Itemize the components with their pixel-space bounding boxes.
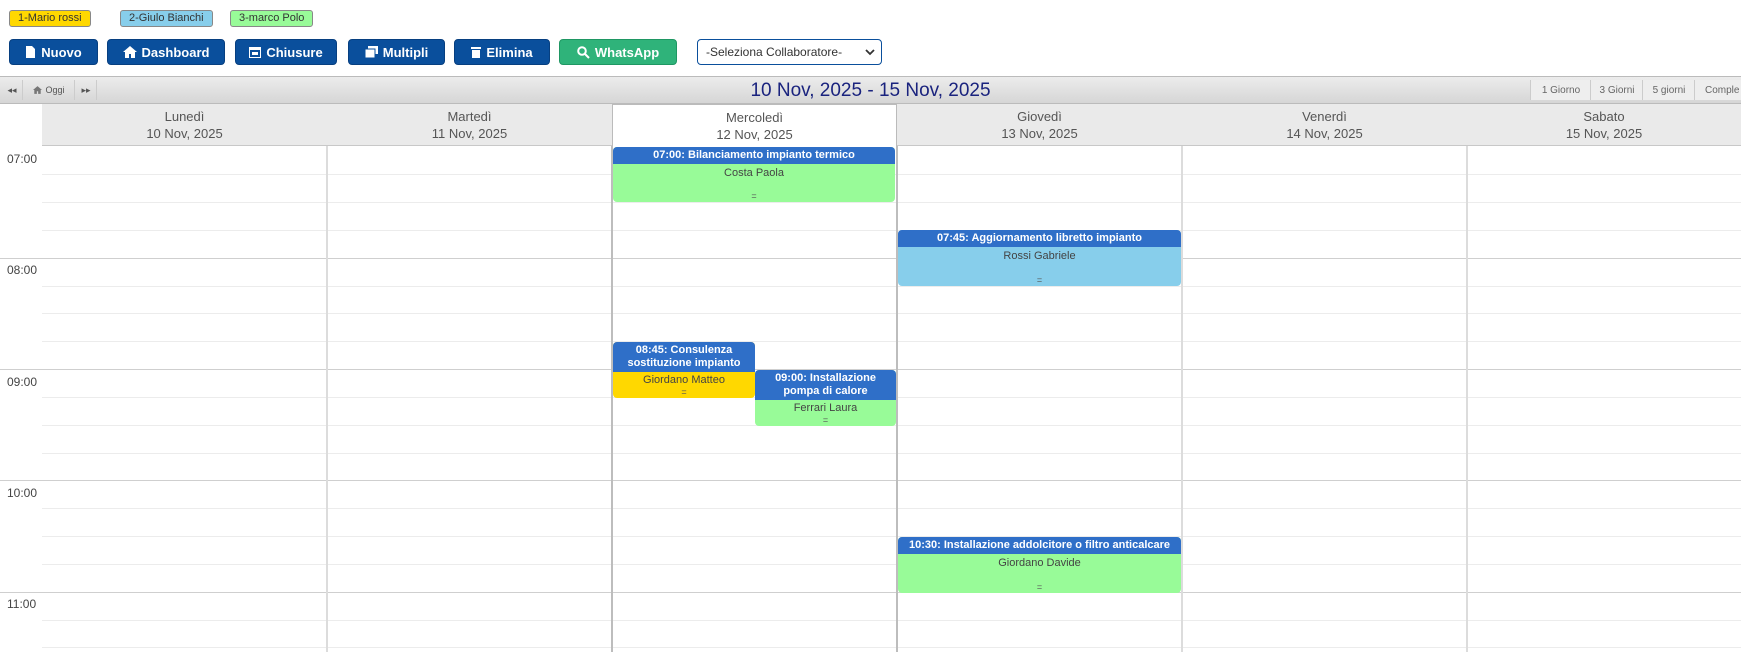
calendar-title: 10 Nov, 2025 - 15 Nov, 2025 [750,80,991,101]
event-client: Ferrari Laura [793,402,858,414]
day-header-lunedi[interactable]: Lunedì 10 Nov, 2025 [42,104,327,146]
view-3-giorni[interactable]: 3 Giorni [1590,80,1643,100]
resize-handle[interactable]: = [898,583,1181,592]
day-header-giovedi[interactable]: Giovedì 13 Nov, 2025 [897,104,1182,146]
grid-line [42,564,1741,565]
chiusure-button[interactable]: Chiusure [235,39,337,65]
grid-line [42,536,1741,537]
event-client: Costa Paola [724,167,784,179]
grid-line [42,647,1741,648]
search-icon [577,45,590,59]
resize-handle[interactable]: = [613,192,895,201]
grid-line [42,313,1741,314]
collaboratore-select-value: -Seleziona Collaboratore- [706,45,843,59]
time-label: 09:00 [7,375,38,389]
grid-line [42,508,1741,509]
day-header-sabato[interactable]: Sabato 15 Nov, 2025 [1467,104,1741,146]
dashboard-label: Dashboard [141,44,210,60]
chevron-down-icon [865,49,875,56]
event-addolcitore[interactable]: 10:30: Installazione addolcitore o filtr… [898,537,1181,593]
day-header-venerdi[interactable]: Venerdì 14 Nov, 2025 [1182,104,1467,146]
event-bilanciamento[interactable]: 07:00: Bilanciamento impianto termico Co… [613,147,895,202]
next-week-button[interactable]: ▸▸ [76,80,97,100]
hour-line [0,592,1741,593]
today-label: Oggi [45,85,65,95]
nuovo-label: Nuovo [41,44,82,60]
legend-giulo-bianchi: 2-Giulo Bianchi [120,10,213,27]
grid-line [42,620,1741,621]
view-completa[interactable]: Comple [1694,80,1741,100]
resize-handle[interactable]: = [613,388,755,397]
multipli-button[interactable]: Multipli [348,39,445,65]
calendar-toolbar: 10 Nov, 2025 - 15 Nov, 2025 ◂◂ Oggi ▸▸ 1… [0,76,1741,104]
grid-line [42,341,1741,342]
day-name: Sabato [1583,109,1625,124]
elimina-button[interactable]: Elimina [454,39,550,65]
column-divider [326,146,328,652]
view-5-giorni[interactable]: 5 giorni [1642,80,1695,100]
chiusure-label: Chiusure [266,44,323,60]
event-title: 07:00: Bilanciamento impianto termico [613,147,895,164]
event-title: 07:45: Aggiornamento libretto impianto [898,230,1181,247]
event-consulenza[interactable]: 08:45: Consulenza sostituzione impianto … [613,342,755,398]
file-icon [26,46,36,58]
legend-mario-rossi: 1-Mario rossi [9,10,91,27]
nuovo-button[interactable]: Nuovo [9,39,98,65]
column-divider [611,146,613,652]
view-1-giorno[interactable]: 1 Giorno [1530,80,1591,100]
hour-line [0,480,1741,481]
day-name: Martedì [447,109,492,124]
day-header-mercoledi[interactable]: Mercoledì 12 Nov, 2025 [612,104,897,146]
copy-icon [364,46,378,58]
time-label: 08:00 [7,263,38,277]
event-aggiornamento-libretto[interactable]: 07:45: Aggiornamento libretto impianto R… [898,230,1181,286]
day-date: 13 Nov, 2025 [1001,126,1078,141]
dashboard-button[interactable]: Dashboard [107,39,225,65]
whatsapp-label: WhatsApp [594,44,660,60]
day-date: 10 Nov, 2025 [146,126,223,141]
column-divider [1466,146,1468,652]
day-name: Mercoledì [725,110,784,125]
legend-marco-polo: 3-marco Polo [230,10,314,27]
column-divider [1181,146,1183,652]
event-title: 09:00: Installazione pompa di calore [755,370,896,400]
day-date: 12 Nov, 2025 [716,127,793,142]
time-label: 11:00 [7,597,37,611]
trash-icon [471,47,482,58]
event-client: Giordano Matteo [643,374,725,386]
resize-handle[interactable]: = [755,416,896,425]
multipli-label: Multipli [382,44,429,60]
event-title: 10:30: Installazione addolcitore o filtr… [898,537,1181,554]
calendar-icon [249,47,262,58]
hour-line [0,258,1741,259]
prev-week-button[interactable]: ◂◂ [2,80,23,100]
day-date: 15 Nov, 2025 [1565,126,1643,141]
time-label: 07:00 [7,152,38,166]
day-name: Lunedì [164,109,205,124]
resize-handle[interactable]: = [898,276,1181,285]
home-icon [33,86,43,94]
today-button[interactable]: Oggi [24,80,75,100]
event-client: Giordano Davide [998,557,1081,569]
day-date: 11 Nov, 2025 [431,126,508,141]
event-title: 08:45: Consulenza sostituzione impianto [613,342,755,372]
day-header-martedi[interactable]: Martedì 11 Nov, 2025 [327,104,612,146]
collaboratore-select[interactable]: -Seleziona Collaboratore- [697,39,882,65]
day-name: Giovedì [1017,109,1062,124]
grid-line [42,453,1741,454]
event-client: Rossi Gabriele [1003,250,1076,262]
whatsapp-button[interactable]: WhatsApp [559,39,677,65]
time-label: 10:00 [7,486,38,500]
day-name: Venerdì [1302,109,1347,124]
elimina-label: Elimina [486,44,533,60]
home-icon [122,46,137,58]
event-pompa-di-calore[interactable]: 09:00: Installazione pompa di calore Fer… [755,370,896,426]
day-date: 14 Nov, 2025 [1286,126,1363,141]
grid-line [42,230,1741,231]
grid-line [42,202,1741,203]
grid-line [42,286,1741,287]
